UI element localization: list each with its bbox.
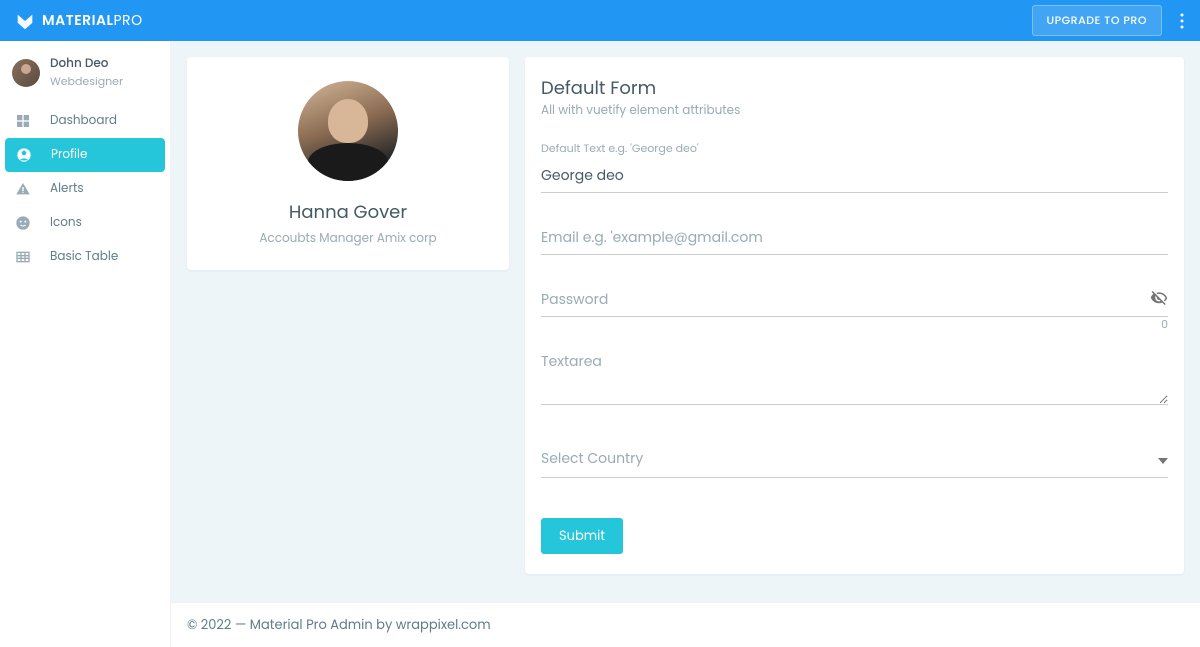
- form-heading: Default Form: [541, 75, 1168, 102]
- form-subheading: All with vuetify element attributes: [541, 102, 1168, 120]
- brand-logo[interactable]: MATERIALPRO: [14, 10, 143, 32]
- profile-title: Accoubts Manager Amix corp: [203, 230, 493, 248]
- profile-avatar: [298, 81, 398, 181]
- sidebar: Dohn Deo Webdesigner Dashboard Profile A…: [0, 41, 171, 647]
- submit-button[interactable]: Submit: [541, 518, 623, 554]
- topbar-actions: UPGRADE TO PRO: [1032, 5, 1191, 36]
- footer: © 2022 — Material Pro Admin by wrappixel…: [171, 602, 1200, 647]
- table-icon: [14, 248, 32, 266]
- password-input[interactable]: [541, 283, 1168, 317]
- brand-logo-icon: [14, 10, 36, 32]
- upgrade-button[interactable]: UPGRADE TO PRO: [1032, 5, 1163, 36]
- country-select[interactable]: Select Country: [541, 440, 1168, 478]
- footer-text: © 2022 — Material Pro Admin by wrappixel…: [187, 615, 491, 634]
- email-field-wrapper: [541, 221, 1168, 255]
- brand-name: MATERIALPRO: [42, 10, 143, 31]
- user-role: Webdesigner: [50, 73, 123, 90]
- account-icon: [15, 146, 33, 164]
- password-field-wrapper: 0: [541, 283, 1168, 317]
- email-input[interactable]: [541, 221, 1168, 255]
- password-counter: 0: [1161, 316, 1168, 333]
- sidebar-item-dashboard[interactable]: Dashboard: [0, 104, 170, 138]
- main-content: Hanna Gover Accoubts Manager Amix corp D…: [171, 41, 1200, 647]
- alert-icon: [14, 180, 32, 198]
- emoji-icon: [14, 214, 32, 232]
- dashboard-icon: [14, 112, 32, 130]
- sidebar-item-label: Dashboard: [50, 112, 117, 130]
- sidebar-item-alerts[interactable]: Alerts: [0, 172, 170, 206]
- sidebar-item-label: Icons: [50, 214, 82, 232]
- name-input[interactable]: [541, 159, 1168, 193]
- sidebar-item-icons[interactable]: Icons: [0, 206, 170, 240]
- name-field-wrapper: Default Text e.g. 'George deo': [541, 140, 1168, 193]
- chevron-down-icon: [1158, 446, 1168, 471]
- sidebar-user[interactable]: Dohn Deo Webdesigner: [0, 41, 170, 104]
- sidebar-item-basic-table[interactable]: Basic Table: [0, 240, 170, 274]
- sidebar-item-label: Alerts: [50, 180, 84, 198]
- more-vert-icon[interactable]: [1174, 11, 1190, 31]
- user-name: Dohn Deo: [50, 55, 123, 73]
- sidebar-item-label: Profile: [51, 146, 87, 164]
- profile-name: Hanna Gover: [203, 199, 493, 226]
- form-card: Default Form All with vuetify element at…: [525, 57, 1184, 574]
- profile-card: Hanna Gover Accoubts Manager Amix corp: [187, 57, 509, 270]
- sidebar-item-label: Basic Table: [50, 248, 118, 266]
- textarea-field-wrapper: [541, 345, 1168, 412]
- user-avatar-small: [12, 59, 40, 87]
- select-label: Select Country: [541, 448, 643, 469]
- textarea-input[interactable]: [541, 345, 1168, 405]
- name-label: Default Text e.g. 'George deo': [541, 140, 1168, 157]
- visibility-off-icon[interactable]: [1150, 289, 1168, 314]
- sidebar-item-profile[interactable]: Profile: [5, 138, 165, 172]
- topbar: MATERIALPRO UPGRADE TO PRO: [0, 0, 1200, 41]
